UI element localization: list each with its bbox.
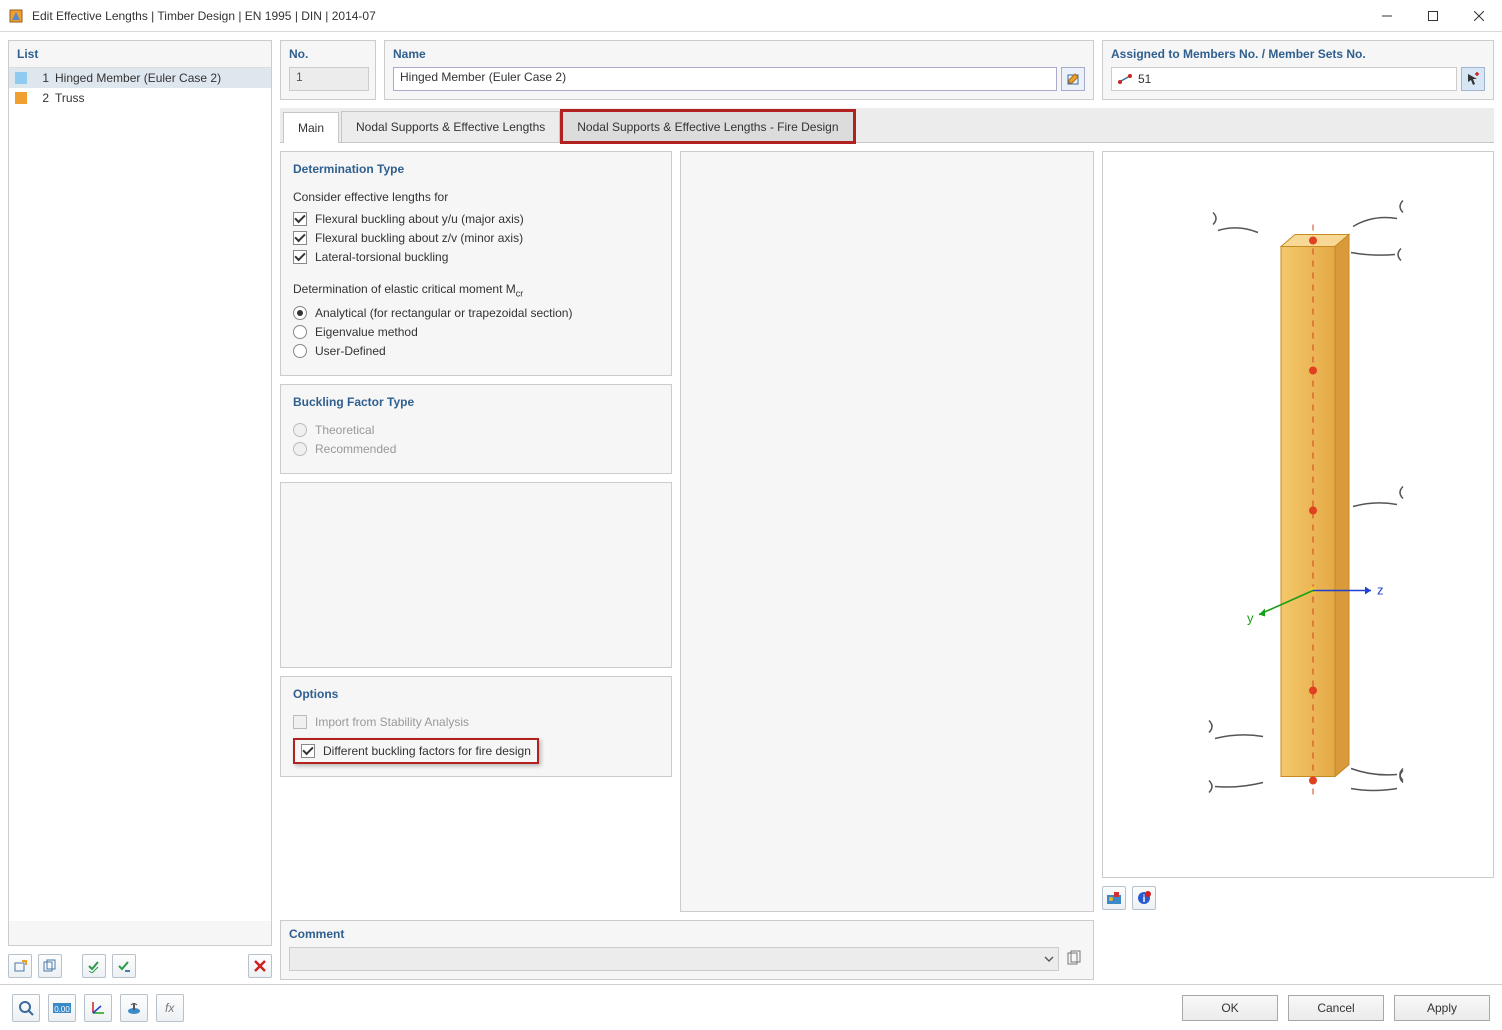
check-ltb[interactable]: Lateral-torsional buckling: [293, 250, 659, 264]
radio-eigenvalue[interactable]: Eigenvalue method: [293, 325, 659, 339]
ok-button[interactable]: OK: [1182, 995, 1278, 1021]
render-options-button[interactable]: [1102, 886, 1126, 910]
member-icon: [1118, 74, 1132, 84]
check-import-stability: Import from Stability Analysis: [293, 715, 659, 729]
determination-header: Determination Type: [293, 162, 659, 176]
list-item-index: 2: [33, 91, 49, 105]
chevron-down-icon: [1044, 954, 1054, 964]
axis-z-label: z: [1377, 583, 1384, 598]
radio-recommended: Recommended: [293, 442, 659, 456]
list-item-name: Truss: [55, 91, 265, 105]
axis-y-label: y: [1247, 611, 1254, 626]
checkbox-icon: [301, 744, 315, 758]
checkbox-icon: [293, 715, 307, 729]
list-item[interactable]: 1 Hinged Member (Euler Case 2): [9, 68, 271, 88]
middle-empty-panel: [680, 151, 1094, 912]
list-item-index: 1: [33, 71, 49, 85]
footer-bar: 0.00 fx OK Cancel Apply: [0, 984, 1502, 1030]
view-button[interactable]: [120, 994, 148, 1022]
info-button[interactable]: i: [1132, 886, 1156, 910]
radio-icon: [293, 344, 307, 358]
radio-theoretical: Theoretical: [293, 423, 659, 437]
edit-name-button[interactable]: [1061, 67, 1085, 91]
window-maximize-button[interactable]: [1410, 0, 1456, 32]
tab-bar: Main Nodal Supports & Effective Lengths …: [280, 108, 1494, 143]
mcr-label: Determination of elastic critical moment…: [293, 282, 659, 298]
units-button[interactable]: 0.00: [48, 994, 76, 1022]
preview-3d[interactable]: y z: [1102, 151, 1494, 878]
axes-button[interactable]: [84, 994, 112, 1022]
consider-label: Consider effective lengths for: [293, 190, 659, 204]
name-label: Name: [385, 41, 1093, 67]
buckling-factor-box: Buckling Factor Type Theoretical Recomme…: [280, 384, 672, 474]
empty-panel: [280, 482, 672, 668]
name-input[interactable]: Hinged Member (Euler Case 2): [393, 67, 1057, 91]
number-field: 1: [289, 67, 369, 91]
assigned-label: Assigned to Members No. / Member Sets No…: [1103, 41, 1493, 67]
new-item-button[interactable]: [8, 954, 32, 978]
comment-select[interactable]: [289, 947, 1059, 971]
list-body[interactable]: 1 Hinged Member (Euler Case 2) 2 Truss: [9, 67, 271, 921]
list-item[interactable]: 2 Truss: [9, 88, 271, 108]
radio-icon: [293, 423, 307, 437]
preview-toolbar: i: [1102, 884, 1494, 912]
list-item-name: Hinged Member (Euler Case 2): [55, 71, 265, 85]
radio-icon: [293, 442, 307, 456]
assigned-group: Assigned to Members No. / Member Sets No…: [1102, 40, 1494, 100]
check-flexural-zv[interactable]: Flexural buckling about z/v (minor axis): [293, 231, 659, 245]
radio-analytical[interactable]: Analytical (for rectangular or trapezoid…: [293, 306, 659, 320]
search-button[interactable]: [12, 994, 40, 1022]
window-minimize-button[interactable]: [1364, 0, 1410, 32]
options-box: Options Import from Stability Analysis D…: [280, 676, 672, 777]
delete-item-button[interactable]: [248, 954, 272, 978]
radio-icon: [293, 306, 307, 320]
determination-type-box: Determination Type Consider effective le…: [280, 151, 672, 376]
check-all-button[interactable]: [82, 954, 106, 978]
uncheck-all-button[interactable]: [112, 954, 136, 978]
color-swatch: [15, 92, 27, 104]
list-toolbar: [8, 950, 272, 980]
titlebar: Edit Effective Lengths | Timber Design |…: [0, 0, 1502, 32]
number-group: No. 1: [280, 40, 376, 100]
window-close-button[interactable]: [1456, 0, 1502, 32]
assigned-field[interactable]: 51: [1111, 67, 1457, 91]
comment-header: Comment: [289, 927, 1085, 941]
app-icon: [8, 8, 24, 24]
checkbox-icon: [293, 250, 307, 264]
radio-user-defined[interactable]: User-Defined: [293, 344, 659, 358]
svg-text:0.00: 0.00: [54, 1005, 70, 1014]
copy-item-button[interactable]: [38, 954, 62, 978]
list-header: List: [9, 41, 271, 67]
buckling-factor-header: Buckling Factor Type: [293, 395, 659, 409]
apply-button[interactable]: Apply: [1394, 995, 1490, 1021]
svg-text:i: i: [1143, 894, 1146, 905]
checkbox-icon: [293, 212, 307, 226]
name-group: Name Hinged Member (Euler Case 2): [384, 40, 1094, 100]
check-flexural-yu[interactable]: Flexural buckling about y/u (major axis): [293, 212, 659, 226]
tab-nodal-supports-fire[interactable]: Nodal Supports & Effective Lengths - Fir…: [562, 111, 853, 142]
svg-text:fx: fx: [165, 1001, 175, 1015]
pick-members-button[interactable]: [1461, 67, 1485, 91]
comment-library-button[interactable]: [1063, 947, 1085, 969]
comment-box: Comment: [280, 920, 1094, 980]
tab-main[interactable]: Main: [283, 112, 339, 143]
radio-icon: [293, 325, 307, 339]
window-title: Edit Effective Lengths | Timber Design |…: [32, 9, 1364, 23]
function-button[interactable]: fx: [156, 994, 184, 1022]
check-fire-buckling-factors[interactable]: Different buckling factors for fire desi…: [293, 738, 539, 764]
assigned-value: 51: [1138, 72, 1151, 86]
options-header: Options: [293, 687, 659, 701]
tab-nodal-supports[interactable]: Nodal Supports & Effective Lengths: [341, 111, 560, 142]
cancel-button[interactable]: Cancel: [1288, 995, 1384, 1021]
checkbox-icon: [293, 231, 307, 245]
color-swatch: [15, 72, 27, 84]
number-label: No.: [281, 41, 375, 67]
